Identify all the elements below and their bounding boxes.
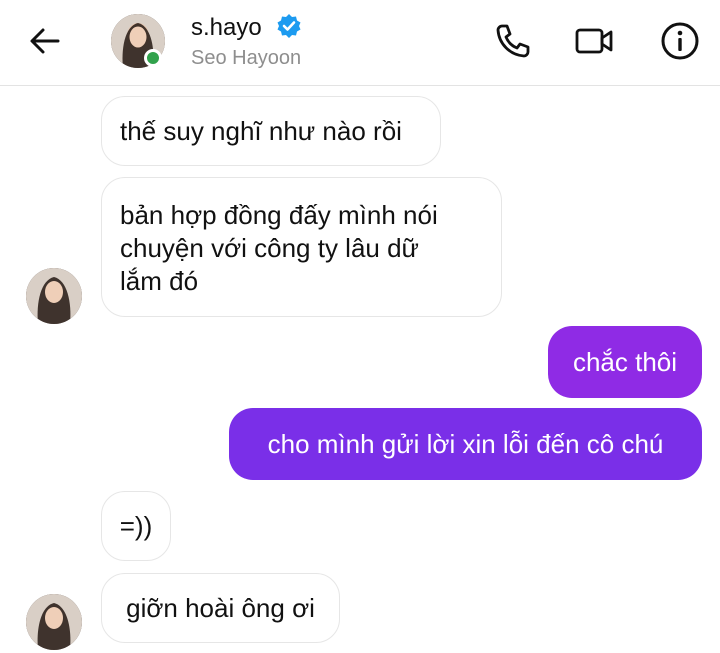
contact-username[interactable]: s.hayo — [191, 14, 262, 42]
video-camera-icon[interactable] — [574, 21, 614, 61]
message-text: chắc thôi — [572, 347, 678, 377]
message-outgoing[interactable]: chắc thôi — [548, 326, 702, 398]
message-text: =)) — [119, 511, 153, 541]
contact-display-name: Seo Hayoon — [191, 47, 302, 69]
phone-icon[interactable] — [493, 21, 533, 61]
chat-header: s.hayo Seo Hayoon — [0, 0, 720, 86]
contact-avatar[interactable] — [111, 14, 165, 68]
message-incoming[interactable]: giỡn hoài ông ơi — [101, 573, 340, 643]
message-text: thế suy nghĩ như nào rồi — [120, 116, 402, 146]
message-text-line: bản hợp đồng đấy mình nói — [120, 200, 438, 230]
contact-avatar-small[interactable] — [26, 268, 82, 324]
verified-badge-icon — [277, 14, 301, 38]
message-incoming[interactable]: =)) — [101, 491, 171, 561]
online-status-dot — [144, 49, 162, 67]
message-text-line: lắm đó — [120, 266, 199, 296]
message-incoming[interactable]: bản hợp đồng đấy mình nói chuyện với côn… — [101, 177, 502, 317]
arrow-left-icon[interactable] — [28, 26, 62, 56]
message-text: cho mình gửi lời xin lỗi đến cô chú — [267, 429, 664, 459]
message-incoming[interactable]: thế suy nghĩ như nào rồi — [101, 96, 441, 166]
message-text-line: chuyện với công ty lâu dữ — [120, 233, 419, 263]
message-outgoing[interactable]: cho mình gửi lời xin lỗi đến cô chú — [229, 408, 702, 480]
message-text: giỡn hoài ông ơi — [126, 593, 315, 623]
info-icon[interactable] — [660, 21, 700, 61]
contact-avatar-small[interactable] — [26, 594, 82, 650]
